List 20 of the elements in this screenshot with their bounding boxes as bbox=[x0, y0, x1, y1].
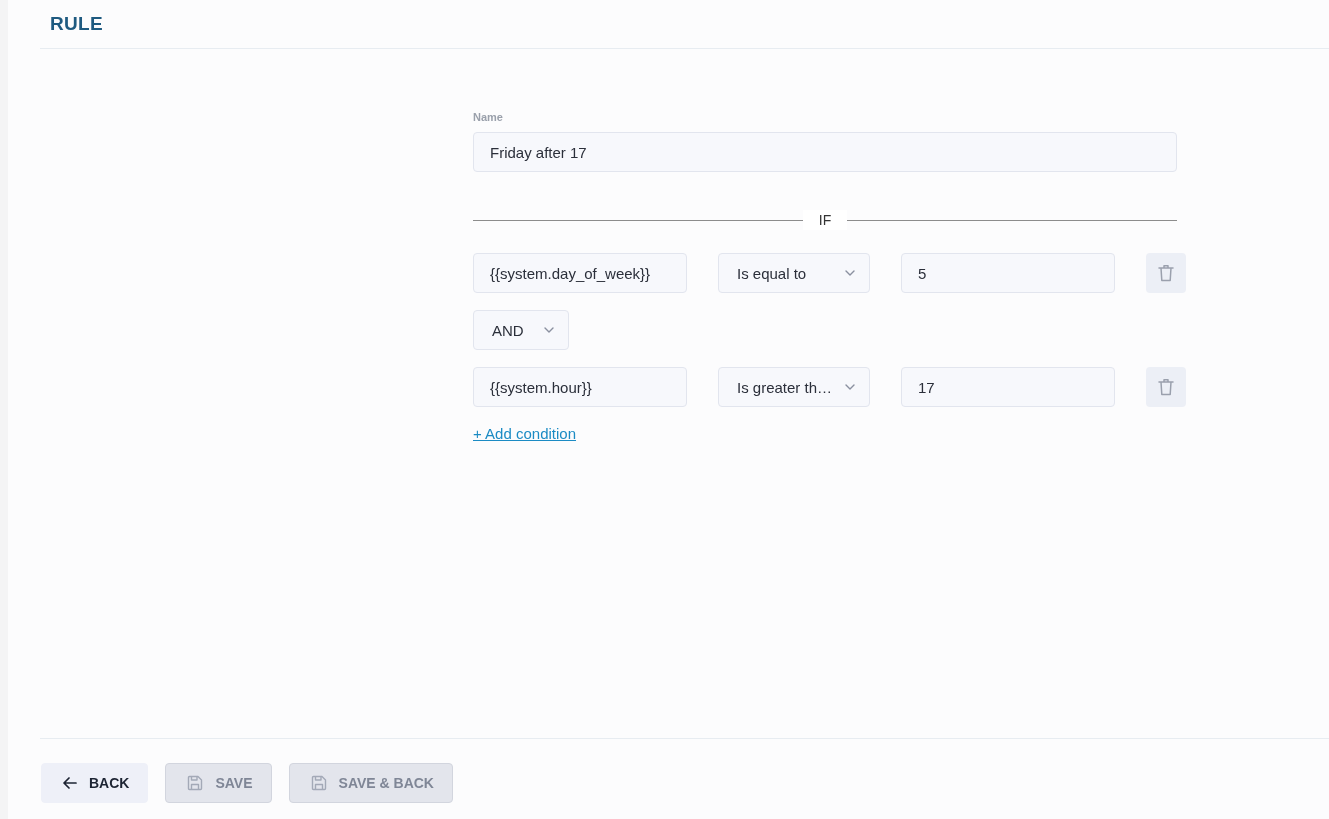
logic-select[interactable]: AND bbox=[473, 310, 569, 350]
chevron-down-icon bbox=[544, 327, 554, 333]
operator-select[interactable]: Is greater th… bbox=[718, 367, 870, 407]
operator-select[interactable]: Is equal to bbox=[718, 253, 870, 293]
chevron-down-icon bbox=[845, 384, 855, 390]
variable-input[interactable]: {{system.hour}} bbox=[473, 367, 687, 407]
add-condition-link[interactable]: + Add condition bbox=[473, 425, 576, 442]
value-input[interactable]: 5 bbox=[901, 253, 1115, 293]
value-input[interactable]: 17 bbox=[901, 367, 1115, 407]
name-input[interactable]: Friday after 17 bbox=[473, 132, 1177, 172]
variable-input[interactable]: {{system.day_of_week}} bbox=[473, 253, 687, 293]
trash-icon bbox=[1158, 264, 1174, 282]
delete-button[interactable] bbox=[1146, 367, 1186, 407]
delete-button[interactable] bbox=[1146, 253, 1186, 293]
back-button[interactable]: BACK bbox=[41, 763, 149, 803]
field-label: Name bbox=[473, 110, 503, 124]
page-title: RULE bbox=[50, 13, 103, 35]
chevron-down-icon bbox=[845, 270, 855, 276]
trash-icon bbox=[1158, 378, 1174, 396]
arrow-left-icon bbox=[63, 777, 77, 789]
